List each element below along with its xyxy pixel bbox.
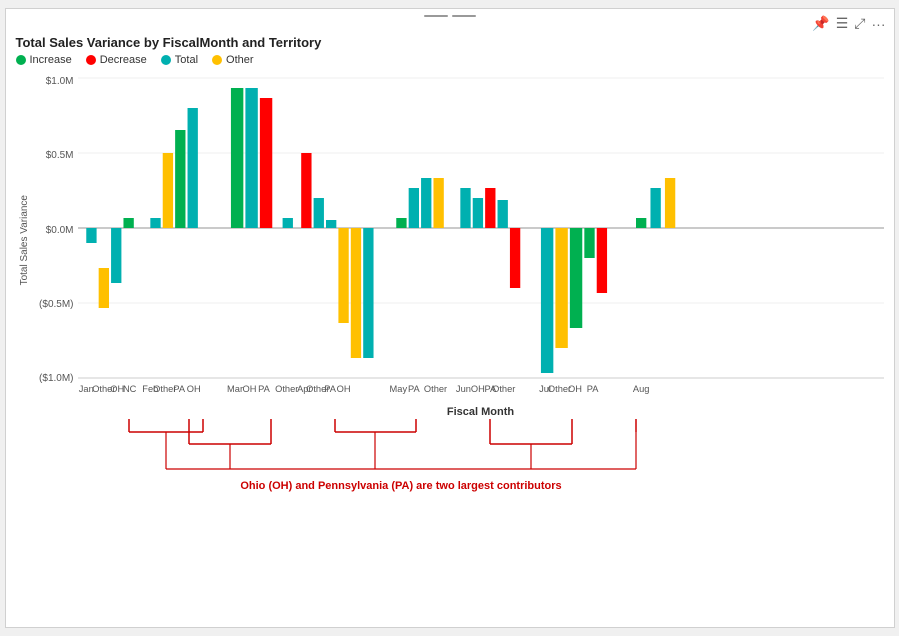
bar	[584, 228, 594, 258]
y-tick-5: ($1.0M)	[39, 373, 73, 384]
bar	[664, 178, 674, 228]
svg-text:PA: PA	[173, 384, 186, 394]
svg-text:PA: PA	[586, 384, 599, 394]
bar	[230, 88, 242, 228]
other-dot	[212, 55, 222, 65]
svg-text:PA: PA	[407, 384, 420, 394]
svg-text:Aug: Aug	[632, 384, 649, 394]
bar	[111, 228, 121, 283]
svg-text:OH: OH	[186, 384, 200, 394]
y-tick-1: $1.0M	[46, 76, 74, 87]
bar	[350, 228, 360, 358]
y-axis-label: Total Sales Variance	[19, 195, 30, 285]
legend-decrease: Decrease	[86, 54, 147, 66]
annotation-area: Ohio (OH) and Pennsylvania (PA) are two …	[78, 414, 884, 499]
svg-text:Jun: Jun	[455, 384, 470, 394]
chart-svg: Jan Other OH NC Feb Other PA OH Mar OH P…	[78, 70, 884, 410]
y-tick-2: $0.5M	[46, 150, 74, 161]
decrease-label: Decrease	[100, 54, 147, 66]
bar	[187, 108, 197, 228]
bar	[326, 220, 336, 228]
bar	[636, 218, 646, 228]
bar	[485, 188, 495, 228]
bar	[421, 178, 431, 228]
total-label: Total	[175, 54, 198, 66]
bar	[460, 188, 470, 228]
annotation-text: Ohio (OH) and Pennsylvania (PA) are two …	[240, 480, 561, 492]
bar	[396, 218, 406, 228]
legend-total: Total	[161, 54, 198, 66]
other-label: Other	[226, 54, 254, 66]
annotation-svg: Ohio (OH) and Pennsylvania (PA) are two …	[78, 414, 884, 499]
y-tick-3: $0.0M	[46, 225, 74, 236]
bar	[86, 228, 96, 243]
decrease-dot	[86, 55, 96, 65]
bar	[98, 268, 108, 308]
legend: Increase Decrease Total Other	[16, 54, 884, 66]
svg-text:May: May	[389, 384, 407, 394]
bar	[650, 188, 660, 228]
svg-text:OH: OH	[242, 384, 256, 394]
increase-dot	[16, 55, 26, 65]
chart-card: 📌 ☰ ⤢ ··· Total Sales Variance by Fiscal…	[5, 8, 895, 628]
bar	[569, 228, 581, 328]
svg-text:OH: OH	[568, 384, 582, 394]
bar	[509, 228, 519, 288]
bar	[433, 178, 443, 228]
svg-text:Mar: Mar	[227, 384, 243, 394]
bar	[282, 218, 292, 228]
top-icons: 📌 ☰ ⤢ ···	[812, 15, 885, 32]
filter-icon[interactable]: ☰	[836, 15, 849, 32]
bar	[363, 228, 373, 358]
drag-handle	[424, 15, 476, 17]
bar	[245, 88, 257, 228]
total-dot	[161, 55, 171, 65]
svg-text:NC: NC	[122, 384, 136, 394]
bar	[540, 228, 552, 373]
chart-plot-area: Jan Other OH NC Feb Other PA OH Mar OH P…	[78, 70, 884, 410]
bar	[123, 218, 133, 228]
y-tick-4: ($0.5M)	[39, 299, 73, 310]
svg-text:OH: OH	[336, 384, 350, 394]
legend-increase: Increase	[16, 54, 72, 66]
bar	[301, 153, 311, 228]
bar	[338, 228, 348, 323]
bar	[555, 228, 567, 348]
bar	[162, 153, 172, 228]
bar	[313, 198, 323, 228]
bar	[472, 198, 482, 228]
bar	[408, 188, 418, 228]
svg-text:OH: OH	[470, 384, 484, 394]
svg-text:Other: Other	[492, 384, 515, 394]
expand-icon[interactable]: ⤢	[854, 15, 865, 32]
bar	[596, 228, 606, 293]
chart-title: Total Sales Variance by FiscalMonth and …	[16, 35, 884, 50]
bar	[150, 218, 160, 228]
svg-text:Other: Other	[275, 384, 298, 394]
bar	[497, 200, 507, 228]
svg-text:PA: PA	[324, 384, 337, 394]
more-icon[interactable]: ···	[872, 16, 886, 32]
svg-text:PA: PA	[258, 384, 271, 394]
legend-other: Other	[212, 54, 254, 66]
bar	[259, 98, 271, 228]
pin-icon[interactable]: 📌	[812, 15, 829, 32]
increase-label: Increase	[30, 54, 72, 66]
svg-text:Other: Other	[423, 384, 446, 394]
bar	[175, 130, 185, 228]
